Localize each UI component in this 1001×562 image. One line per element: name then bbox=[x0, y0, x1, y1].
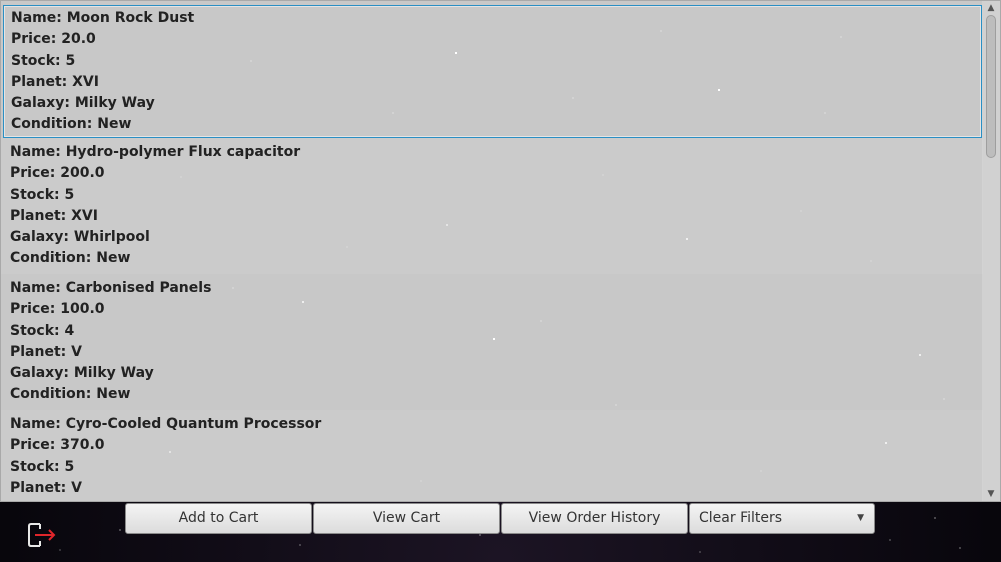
logout-icon bbox=[28, 523, 56, 547]
chevron-up-icon[interactable]: ▲ bbox=[982, 1, 1000, 15]
product-stock: Stock: 5 bbox=[11, 52, 76, 69]
scrollbar-thumb[interactable] bbox=[986, 15, 996, 158]
product-name: Name: Cyro-Cooled Quantum Processor bbox=[10, 416, 322, 432]
product-list-item[interactable]: Name: Carbonised Panels Price: 100.0 Sto… bbox=[1, 274, 983, 410]
product-galaxy: Galaxy: Milky Way bbox=[11, 95, 155, 112]
product-galaxy: Galaxy: Whirlpool bbox=[10, 229, 150, 246]
product-stock: Stock: 4 bbox=[10, 322, 75, 339]
product-list-item[interactable]: Name: Hydro-polymer Flux capacitor Price… bbox=[1, 138, 983, 274]
product-price: Price: 20.0 bbox=[11, 31, 96, 48]
product-stock: Stock: 5 bbox=[10, 458, 75, 475]
product-list[interactable]: Name: Moon Rock Dust Price: 20.0 Stock: … bbox=[0, 0, 1001, 502]
product-list-item[interactable]: Name: Cyro-Cooled Quantum Processor Pric… bbox=[1, 410, 983, 501]
product-price: Price: 370.0 bbox=[10, 437, 105, 454]
app-window: Name: Moon Rock Dust Price: 20.0 Stock: … bbox=[0, 0, 1001, 562]
product-planet: Planet: XVI bbox=[11, 73, 99, 90]
product-planet: Planet: XVI bbox=[10, 207, 98, 224]
product-name: Name: Hydro-polymer Flux capacitor bbox=[10, 144, 301, 160]
product-planet: Planet: V bbox=[10, 479, 82, 496]
chevron-down-icon[interactable]: ▼ bbox=[982, 487, 1000, 501]
product-name: Name: Moon Rock Dust bbox=[11, 10, 195, 26]
view-cart-button[interactable]: View Cart bbox=[313, 503, 500, 534]
product-price: Price: 100.0 bbox=[10, 301, 105, 318]
chevron-down-icon: ▼ bbox=[857, 513, 864, 523]
view-order-history-button[interactable]: View Order History bbox=[501, 503, 688, 534]
filter-select[interactable]: Clear Filters ▼ bbox=[689, 503, 875, 534]
product-galaxy: Galaxy: Milky Way bbox=[10, 365, 154, 382]
product-condition: Condition: New bbox=[10, 250, 131, 267]
product-stock: Stock: 5 bbox=[10, 186, 75, 203]
filter-select-value: Clear Filters bbox=[699, 510, 783, 526]
product-price: Price: 200.0 bbox=[10, 165, 105, 182]
product-condition: Condition: New bbox=[11, 116, 132, 133]
product-list-item[interactable]: Name: Moon Rock Dust Price: 20.0 Stock: … bbox=[3, 5, 982, 138]
product-name: Name: Carbonised Panels bbox=[10, 280, 212, 296]
logout-button[interactable] bbox=[26, 517, 60, 551]
product-list-rows: Name: Moon Rock Dust Price: 20.0 Stock: … bbox=[1, 1, 983, 501]
product-planet: Planet: V bbox=[10, 343, 82, 360]
vertical-scrollbar[interactable]: ▲ ▼ bbox=[982, 1, 1000, 501]
product-condition: Condition: New bbox=[10, 386, 131, 403]
add-to-cart-button[interactable]: Add to Cart bbox=[125, 503, 312, 534]
